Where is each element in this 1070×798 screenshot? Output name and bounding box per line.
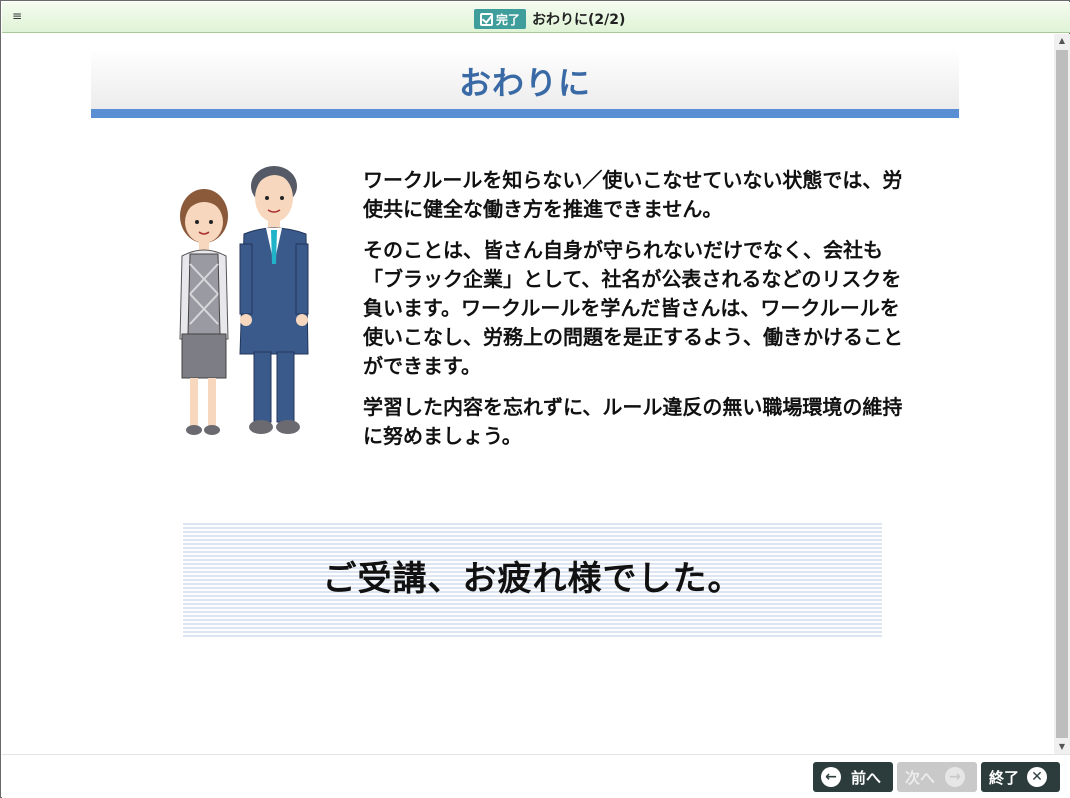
scroll-down-arrow-icon[interactable]: ▼ (1054, 740, 1070, 754)
page-header: おわりに (91, 48, 959, 118)
vertical-scrollbar[interactable]: ▲ ▼ (1054, 34, 1070, 754)
end-button-label: 終了 (989, 768, 1020, 787)
content-area: おわりに ワークルールを知らない／使いこなせていない状態では、労使共に健全な働き… (2, 34, 1054, 754)
thanks-text: ご受講、お疲れ様でした。 (322, 559, 743, 599)
prev-button[interactable]: ← 前へ (813, 762, 893, 792)
done-badge: 完了 (474, 9, 527, 29)
thanks-banner: ご受講、お疲れ様でした。 (183, 521, 882, 638)
title-center: 完了 おわりに(2/2) (474, 9, 625, 29)
paragraph-3: 学習した内容を忘れずに、ルール違反の無い職場環境の維持に努めましょう。 (363, 395, 903, 448)
checkbox-icon (480, 12, 493, 26)
scroll-thumb[interactable] (1056, 50, 1068, 738)
next-button: 次へ → (897, 762, 977, 792)
paragraph-1: ワークルールを知らない／使いこなせていない状態では、労使共に健全な働き方を推進で… (363, 168, 903, 221)
staff-illustration (179, 166, 309, 435)
done-badge-label: 完了 (496, 12, 521, 27)
prev-button-label: 前へ (851, 768, 882, 787)
window-title: おわりに(2/2) (532, 12, 626, 28)
closing-message: ワークルールを知らない／使いこなせていない状態では、労使共に健全な働き方を推進で… (363, 166, 903, 463)
end-button[interactable]: 終了 ✕ (981, 762, 1060, 792)
menu-icon[interactable]: ≡ (12, 10, 22, 22)
title-bar: ≡ 完了 おわりに(2/2) (2, 2, 1070, 33)
app-window: ≡ 完了 おわりに(2/2) おわりに ワークルールを知らない／使いこなせていな… (0, 0, 1070, 798)
man-figure (239, 166, 309, 434)
woman-figure (179, 189, 229, 435)
page-title: おわりに (458, 64, 591, 102)
arrow-left-icon: ← (821, 767, 841, 787)
scroll-up-arrow-icon[interactable]: ▲ (1054, 34, 1070, 48)
next-button-label: 次へ (905, 768, 936, 787)
header-underline (91, 109, 959, 118)
close-icon: ✕ (1027, 767, 1048, 787)
paragraph-2: そのことは、皆さん自身が守られないだけでなく、会社も「ブラック企業」として、社名… (363, 238, 903, 378)
arrow-right-icon: → (945, 767, 966, 787)
navigation-footer: ← 前へ 次へ → 終了 ✕ (2, 754, 1070, 798)
